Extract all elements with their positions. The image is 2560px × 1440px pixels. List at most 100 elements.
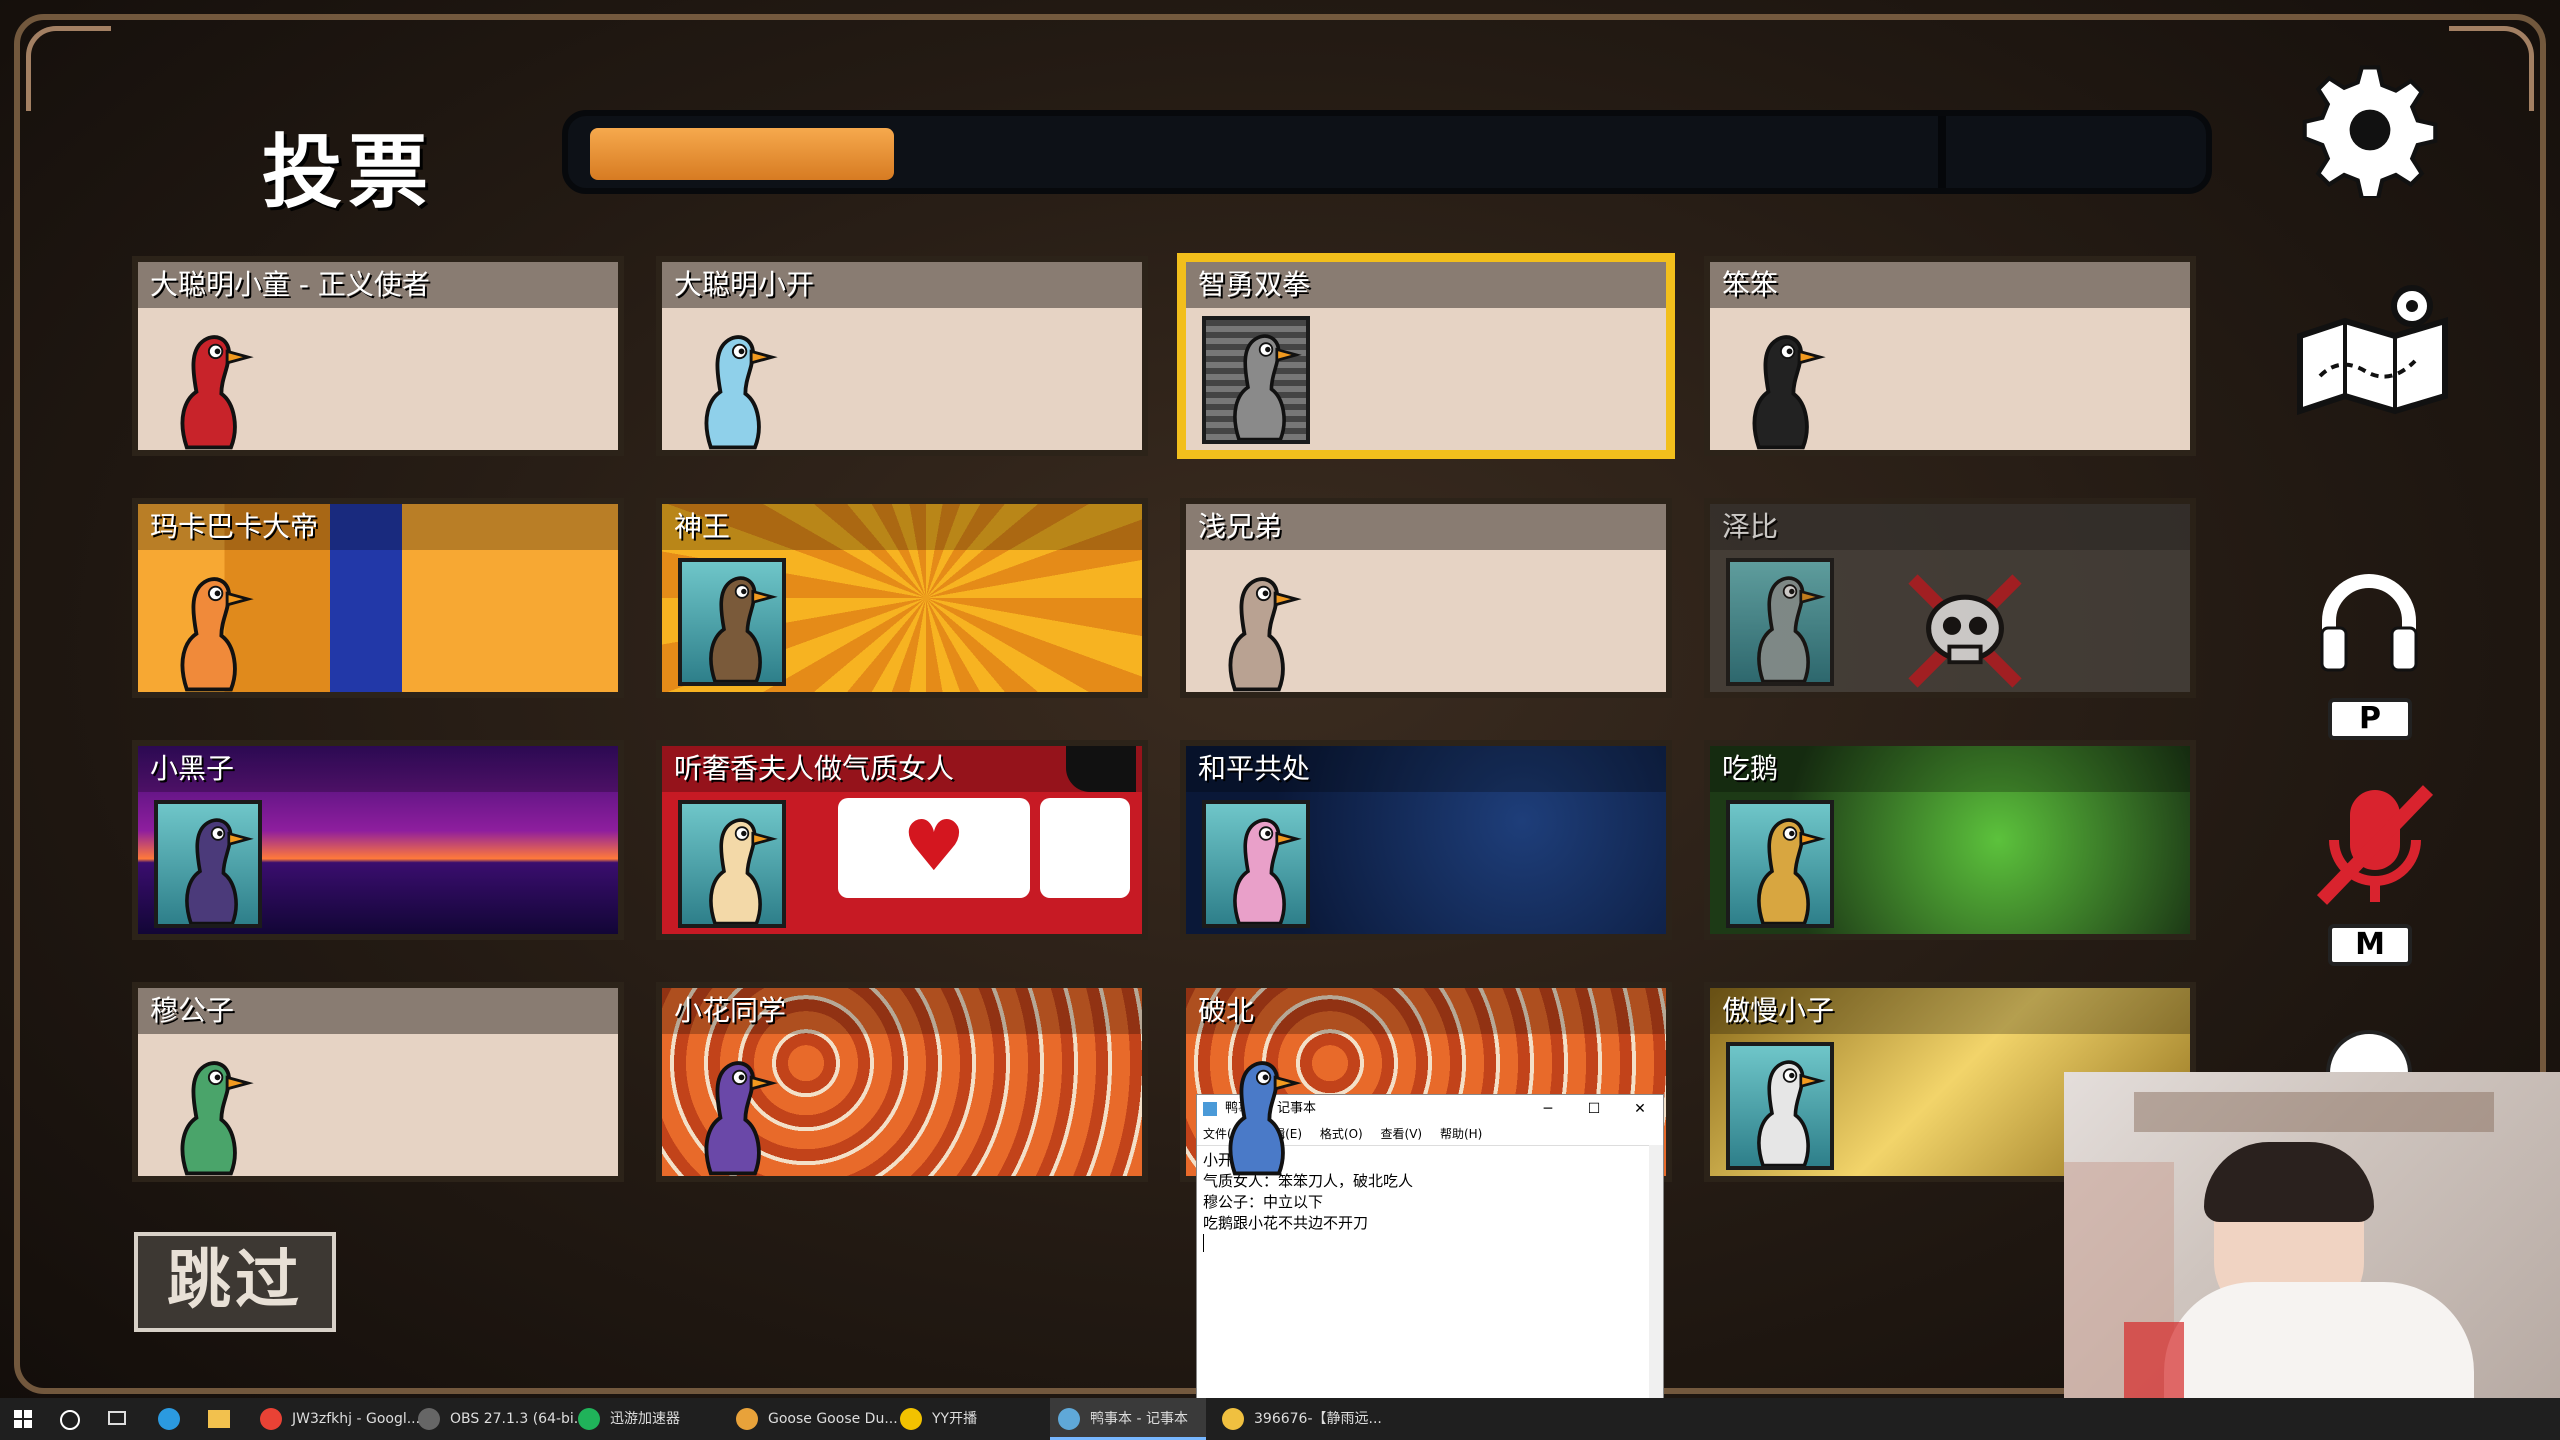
player-card[interactable]: 泽比 [1704,498,2196,698]
player-name: 小黑子 [138,746,618,792]
text-cursor [1203,1234,1204,1252]
skip-vote-button[interactable]: 跳过 [134,1232,336,1332]
player-card[interactable]: 神王 [656,498,1148,698]
minimize-button[interactable]: ─ [1525,1095,1571,1123]
player-name: 和平共处 [1186,746,1666,792]
vote-timer-bar [562,110,2212,194]
menu-format[interactable]: 格式(O) [1320,1127,1363,1141]
player-card[interactable]: 笨笨 [1704,256,2196,456]
notepad-scrollbar[interactable] [1649,1145,1663,1399]
goose-avatar-icon [1757,1060,1826,1166]
gear-icon [2302,65,2438,201]
webcam-overlay [2064,1072,2560,1400]
map-button[interactable] [2290,276,2460,416]
taskbar-app[interactable]: JW3zfkhj - Googl... [252,1398,420,1440]
taskbar-app[interactable]: Goose Goose Du... [728,1398,898,1440]
player-card[interactable]: 大聪明小开 [656,256,1148,456]
player-name: 笨笨 [1710,262,2190,308]
windows-taskbar: JW3zfkhj - Googl... OBS 27.1.3 (64-bi... 迅… [0,1398,2560,1440]
frame-corner [26,26,111,111]
note-line: 吃鹅跟小花不共边不开刀 [1203,1214,1369,1232]
taskbar-app[interactable]: YY开播 [892,1398,1042,1440]
frame-corner [2449,26,2534,111]
taskbar-app-label: OBS 27.1.3 (64-bi... [450,1411,588,1427]
app-icon [736,1408,758,1430]
player-portrait [1726,1042,1834,1170]
player-name: 傲慢小子 [1710,988,2190,1034]
player-card[interactable]: 玛卡巴卡大帝 [132,498,624,698]
player-portrait [1202,316,1310,444]
task-view-icon[interactable] [108,1411,126,1425]
app-icon [1222,1408,1244,1430]
goose-avatar-icon [1752,335,1826,450]
player-card[interactable]: 浅兄弟 [1180,498,1672,698]
menu-view[interactable]: 查看(V) [1381,1127,1423,1141]
headphones-icon [2320,574,2418,672]
goose-avatar-icon [1233,334,1302,440]
app-icon [418,1408,440,1430]
eliminated-skull-icon [1908,574,2022,688]
close-button[interactable]: ✕ [1617,1095,1663,1123]
player-card[interactable]: 大聪明小童 - 正义使者 [132,256,624,456]
taskbar-app-label: JW3zfkhj - Googl... [292,1411,421,1427]
player-portrait [678,558,786,686]
menu-help[interactable]: 帮助(H) [1440,1127,1482,1141]
player-portrait [1726,558,1834,686]
goose-avatar-icon [1757,818,1826,924]
goose-avatar-icon [709,818,778,924]
taskbar-app[interactable]: 鸭事本 - 记事本 [1050,1398,1206,1440]
player-name: 破北 [1186,988,1666,1034]
mute-keybind: M [2328,924,2412,966]
taskbar-app[interactable]: OBS 27.1.3 (64-bi... [410,1398,587,1440]
player-card[interactable]: 小花同学 [656,982,1148,1182]
goose-avatar-icon [185,818,254,924]
mute-button[interactable] [2312,780,2438,910]
map-icon [2297,285,2448,416]
app-icon [260,1408,282,1430]
goose-avatar-icon [1228,577,1302,692]
player-name: 浅兄弟 [1186,504,1666,550]
player-card[interactable]: 吃鹅 [1704,740,2196,940]
taskbar-app[interactable]: 396676-【静雨远... [1214,1398,1382,1440]
player-card[interactable]: 和平共处 [1180,740,1672,940]
taskbar-app[interactable]: 迅游加速器 [570,1398,720,1440]
edge-icon[interactable] [158,1408,180,1430]
app-icon [578,1408,600,1430]
player-name: 穆公子 [138,988,618,1034]
timer-divider [1938,116,1946,188]
player-portrait [1726,800,1834,928]
start-button[interactable] [14,1410,32,1428]
talk-keybind: P [2328,698,2412,740]
player-card[interactable]: 智勇双拳 [1177,253,1675,459]
search-icon[interactable] [60,1410,80,1430]
taskbar-app-label: 鸭事本 - 记事本 [1090,1411,1188,1427]
taskbar-app-label: YY开播 [932,1411,978,1427]
goose-avatar-icon [1233,818,1302,924]
player-name: 吃鹅 [1710,746,2190,792]
goose-avatar-icon [704,335,778,450]
app-icon [900,1408,922,1430]
player-card[interactable]: 穆公子 [132,982,624,1182]
goose-avatar-icon [180,335,254,450]
settings-button[interactable] [2302,62,2438,201]
goose-avatar-icon [180,1061,254,1176]
push-to-talk-button[interactable] [2314,566,2424,676]
player-portrait [678,800,786,928]
taskbar-app-label: 396676-【静雨远... [1254,1411,1382,1427]
maximize-button[interactable]: ☐ [1571,1095,1617,1123]
player-name: 智勇双拳 [1186,262,1666,308]
app-icon [1058,1408,1080,1430]
player-name: 大聪明小开 [662,262,1142,308]
player-name: 大聪明小童 - 正义使者 [138,262,618,308]
file-explorer-icon[interactable] [208,1410,230,1428]
player-name: 小花同学 [662,988,1142,1034]
like-card-decor: ♥ [838,798,1030,898]
player-portrait [154,800,262,928]
muted-mic-icon [2316,785,2434,905]
player-card[interactable]: 小黑子 [132,740,624,940]
player-card[interactable]: 听奢香夫人做气质女人 ♥ [656,740,1148,940]
megaphone-icon [1066,746,1136,792]
note-line: 穆公子：中立以下 [1203,1193,1324,1211]
player-name: 神王 [662,504,1142,550]
goose-avatar-icon [1228,1061,1302,1176]
